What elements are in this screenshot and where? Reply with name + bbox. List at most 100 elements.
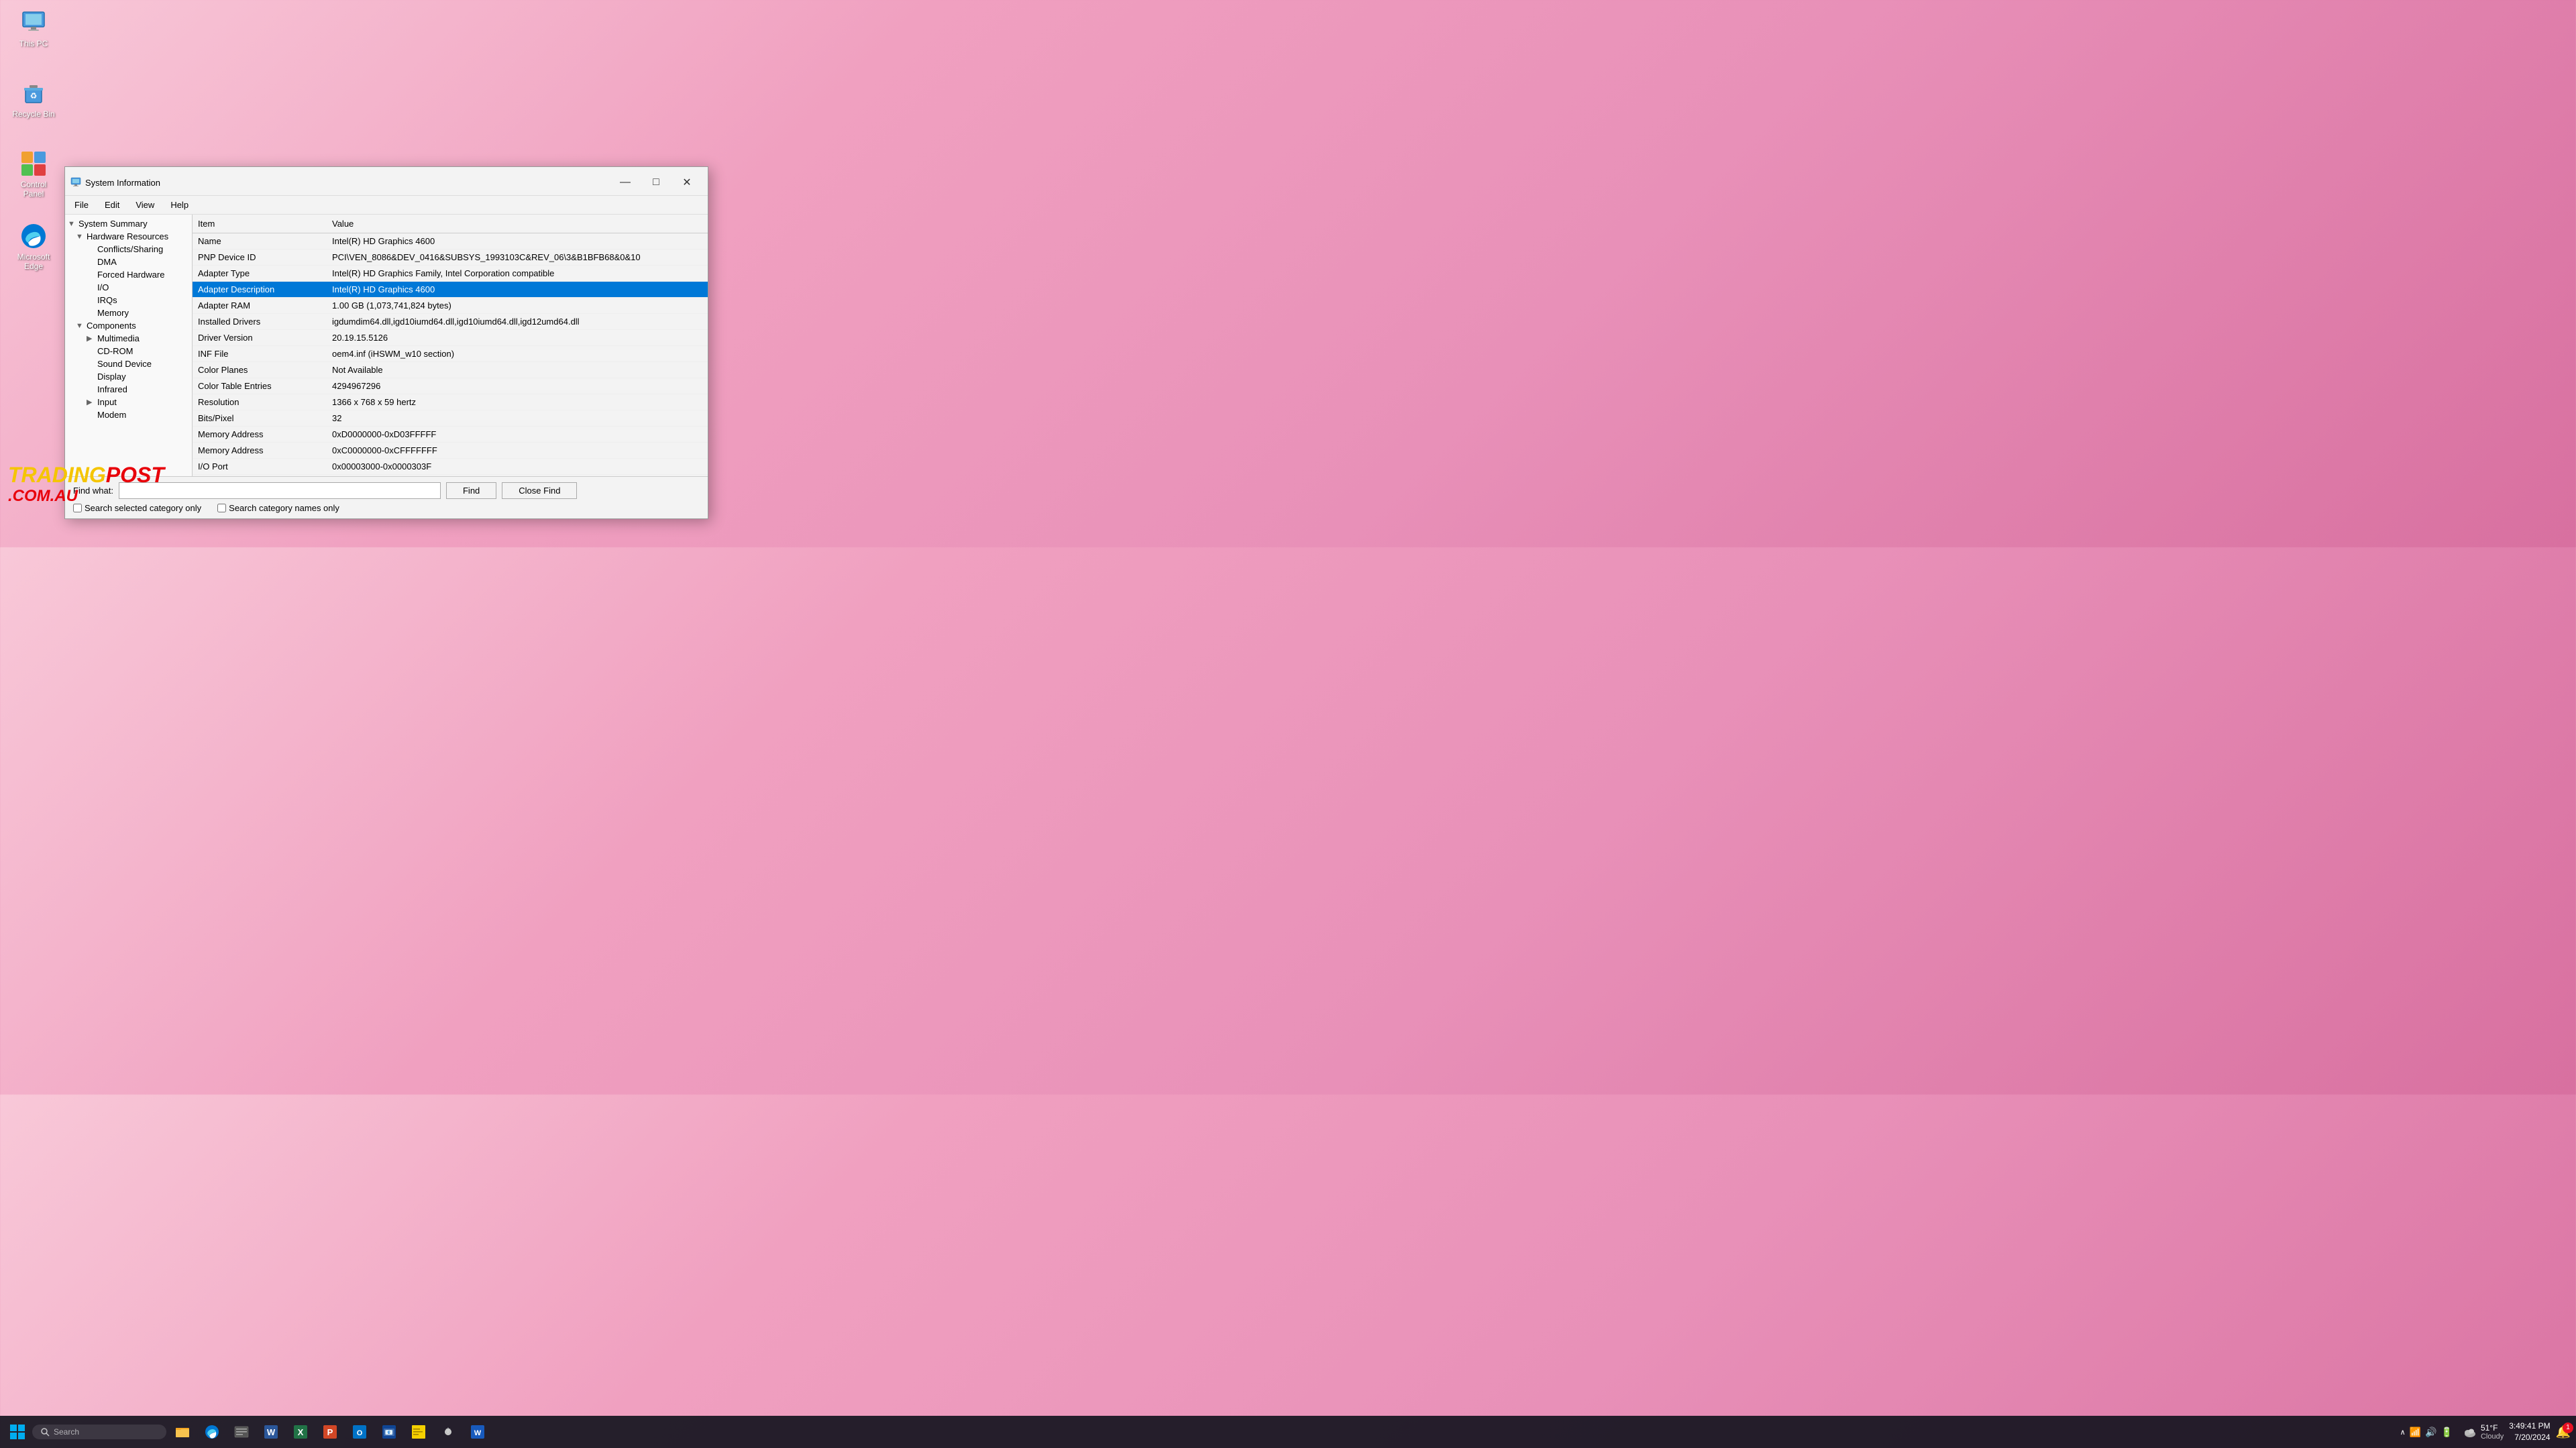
cloud-icon bbox=[2463, 1425, 2477, 1439]
menu-file[interactable]: File bbox=[68, 197, 95, 213]
this-pc-icon[interactable]: This PC bbox=[7, 7, 60, 51]
close-button[interactable]: ✕ bbox=[672, 172, 702, 192]
table-row[interactable]: Memory Address0xC0000000-0xCFFFFFFF bbox=[193, 443, 708, 459]
sidebar-item-modem[interactable]: Modem bbox=[65, 408, 192, 421]
weather-info: 51°F Cloudy bbox=[2481, 1423, 2504, 1441]
sidebar-item-system-summary[interactable]: ▼ System Summary bbox=[65, 217, 192, 230]
recycle-bin-icon[interactable]: ♻ Recycle Bin bbox=[7, 77, 60, 121]
table-cell-value: 0xD0000000-0xD03FFFFF bbox=[327, 427, 708, 443]
notification-bell[interactable]: 🔔 1 bbox=[2556, 1425, 2571, 1439]
table-row[interactable]: Adapter RAM1.00 GB (1,073,741,824 bytes) bbox=[193, 298, 708, 314]
sidebar-item-multimedia[interactable]: ▶ Multimedia bbox=[65, 332, 192, 345]
sidebar-item-dma[interactable]: DMA bbox=[65, 256, 192, 268]
wifi-icon: 📶 bbox=[2410, 1427, 2421, 1438]
taskbar-file-explorer[interactable] bbox=[169, 1418, 196, 1445]
table-row[interactable]: Memory Address0xD0000000-0xD03FFFFF bbox=[193, 427, 708, 443]
sys-tray: ∧ 📶 🔊 🔋 bbox=[2395, 1427, 2458, 1438]
svg-text:📧: 📧 bbox=[385, 1429, 393, 1437]
clock[interactable]: 3:49:41 PM 7/20/2024 bbox=[2509, 1421, 2550, 1443]
table-cell-item: INF File bbox=[193, 346, 327, 362]
edge-taskbar-icon bbox=[204, 1424, 220, 1440]
menu-bar: File Edit View Help bbox=[65, 196, 708, 215]
close-find-button[interactable]: Close Find bbox=[502, 482, 577, 499]
svg-text:W: W bbox=[267, 1427, 276, 1437]
taskbar-word[interactable]: W bbox=[258, 1418, 284, 1445]
weather-condition: Cloudy bbox=[2481, 1433, 2504, 1441]
taskbar: Search W X bbox=[0, 1416, 2576, 1448]
sidebar-item-memory[interactable]: Memory bbox=[65, 307, 192, 319]
sidebar-item-infrared[interactable]: Infrared bbox=[65, 383, 192, 396]
taskbar-excel[interactable]: X bbox=[287, 1418, 314, 1445]
watermark-domain: .COM.AU bbox=[8, 487, 78, 505]
minimize-button[interactable]: — bbox=[610, 172, 641, 192]
taskbar-word2[interactable]: W bbox=[464, 1418, 491, 1445]
sidebar-item-hardware-resources[interactable]: ▼ Hardware Resources bbox=[65, 230, 192, 243]
table-cell-item: Adapter RAM bbox=[193, 298, 327, 314]
menu-view[interactable]: View bbox=[129, 197, 161, 213]
table-row[interactable]: Installed Driversigdumdim64.dll,igd10ium… bbox=[193, 314, 708, 330]
table-cell-value: PCI\VEN_8086&DEV_0416&SUBSYS_1993103C&RE… bbox=[327, 249, 708, 266]
table-cell-item: Resolution bbox=[193, 394, 327, 410]
sidebar[interactable]: ▼ System Summary ▼ Hardware Resources Co… bbox=[65, 215, 193, 476]
table-row[interactable]: Driver Version20.19.15.5126 bbox=[193, 330, 708, 346]
weather-area[interactable]: 51°F Cloudy bbox=[2463, 1423, 2504, 1441]
notifications-expand[interactable]: ∧ bbox=[2400, 1428, 2406, 1437]
table-row[interactable]: INF Fileoem4.inf (iHSWM_w10 section) bbox=[193, 346, 708, 362]
menu-edit[interactable]: Edit bbox=[98, 197, 126, 213]
table-cell-item: Color Table Entries bbox=[193, 378, 327, 394]
word2-icon: W bbox=[470, 1424, 486, 1440]
table-row[interactable]: Resolution1366 x 768 x 59 hertz bbox=[193, 394, 708, 410]
sidebar-item-cdrom[interactable]: CD-ROM bbox=[65, 345, 192, 357]
control-panel-icon[interactable]: Control Panel bbox=[7, 148, 60, 201]
table-row[interactable]: I/O Port0x00003000-0x0000303F bbox=[193, 459, 708, 475]
find-button[interactable]: Find bbox=[446, 482, 496, 499]
table-row[interactable]: Adapter DescriptionIntel(R) HD Graphics … bbox=[193, 282, 708, 298]
sidebar-item-sound-device[interactable]: Sound Device bbox=[65, 357, 192, 370]
title-bar: System Information — □ ✕ bbox=[65, 167, 708, 196]
window-title: System Information bbox=[85, 178, 160, 188]
table-cell-item: Color Planes bbox=[193, 362, 327, 378]
taskbar-file-manager[interactable] bbox=[228, 1418, 255, 1445]
start-button[interactable] bbox=[5, 1420, 30, 1444]
table-row[interactable]: Color Table Entries4294967296 bbox=[193, 378, 708, 394]
checkbox-category-names-input[interactable] bbox=[217, 504, 226, 512]
this-pc-label: This PC bbox=[19, 39, 48, 48]
col-item: Item bbox=[193, 215, 327, 233]
file-manager-icon bbox=[233, 1424, 250, 1440]
table-row[interactable]: Bits/Pixel32 bbox=[193, 410, 708, 427]
search-icon bbox=[40, 1427, 50, 1437]
edge-icon[interactable]: Microsoft Edge bbox=[7, 220, 60, 274]
taskbar-outlook[interactable]: O bbox=[346, 1418, 373, 1445]
table-cell-value: 1366 x 768 x 59 hertz bbox=[327, 394, 708, 410]
taskbar-edge[interactable] bbox=[199, 1418, 225, 1445]
sidebar-item-display[interactable]: Display bbox=[65, 370, 192, 383]
table-cell-item: Bits/Pixel bbox=[193, 410, 327, 427]
sidebar-item-input[interactable]: ▶ Input bbox=[65, 396, 192, 408]
data-table: Item Value NameIntel(R) HD Graphics 4600… bbox=[193, 215, 708, 476]
edge-svg bbox=[20, 223, 47, 249]
menu-help[interactable]: Help bbox=[164, 197, 195, 213]
table-row[interactable]: Adapter TypeIntel(R) HD Graphics Family,… bbox=[193, 266, 708, 282]
taskbar-outlook2[interactable]: 📧 bbox=[376, 1418, 402, 1445]
sidebar-item-forced-hardware[interactable]: Forced Hardware bbox=[65, 268, 192, 281]
checkbox-category-names[interactable]: Search category names only bbox=[217, 503, 339, 513]
svg-text:♻: ♻ bbox=[30, 91, 38, 101]
svg-text:W: W bbox=[474, 1429, 482, 1437]
table-row[interactable]: PNP Device IDPCI\VEN_8086&DEV_0416&SUBSY… bbox=[193, 249, 708, 266]
sidebar-item-io[interactable]: I/O bbox=[65, 281, 192, 294]
sidebar-item-irqs[interactable]: IRQs bbox=[65, 294, 192, 307]
taskbar-settings[interactable] bbox=[435, 1418, 462, 1445]
taskbar-search[interactable]: Search bbox=[32, 1425, 166, 1439]
table-row[interactable]: NameIntel(R) HD Graphics 4600 bbox=[193, 233, 708, 249]
maximize-button[interactable]: □ bbox=[641, 172, 672, 192]
sidebar-item-components[interactable]: ▼ Components bbox=[65, 319, 192, 332]
table-cell-item: Adapter Type bbox=[193, 266, 327, 282]
clock-time: 3:49:41 PM bbox=[2509, 1421, 2550, 1432]
sidebar-item-conflicts[interactable]: Conflicts/Sharing bbox=[65, 243, 192, 256]
taskbar-sticky-notes[interactable] bbox=[405, 1418, 432, 1445]
taskbar-powerpoint[interactable]: P bbox=[317, 1418, 343, 1445]
taskbar-right: ∧ 📶 🔊 🔋 51°F Cloudy 3:49:41 PM 7/20/2024… bbox=[2395, 1421, 2571, 1443]
window-body: ▼ System Summary ▼ Hardware Resources Co… bbox=[65, 215, 708, 476]
table-row[interactable]: Color PlanesNot Available bbox=[193, 362, 708, 378]
table-cell-item: Driver Version bbox=[193, 330, 327, 346]
